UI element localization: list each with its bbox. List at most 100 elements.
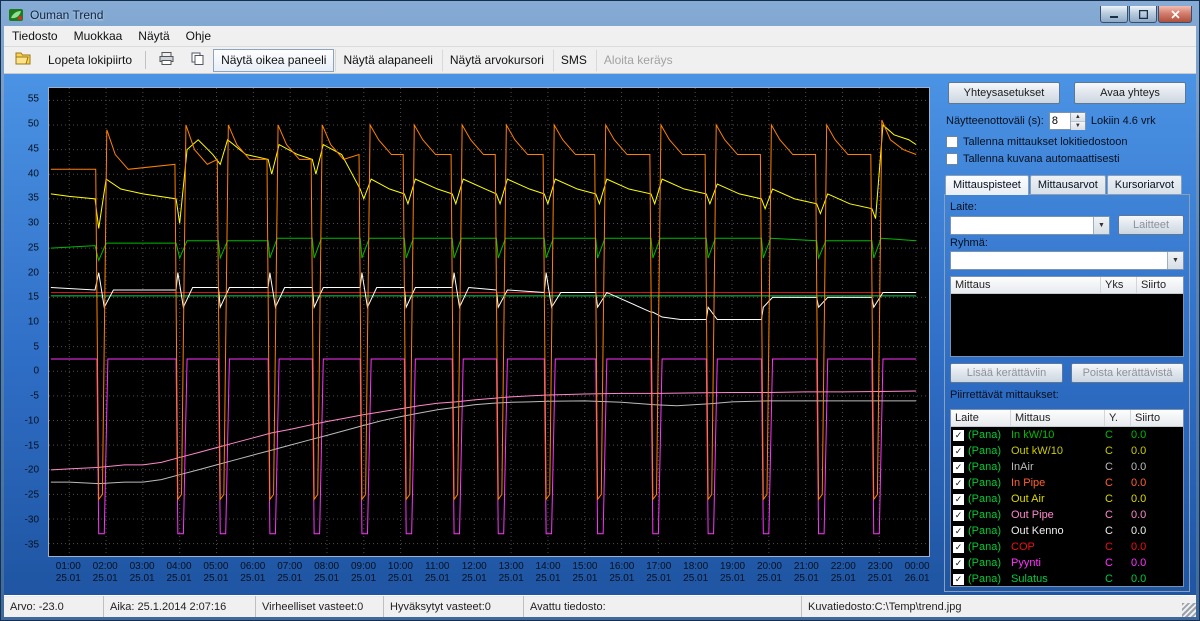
spin-up-icon[interactable]: ▲ — [1070, 113, 1085, 122]
devices-button[interactable]: Laitteet — [1118, 215, 1184, 235]
tab-mittausarvot[interactable]: Mittausarvot — [1029, 175, 1106, 195]
row-checkbox[interactable]: ✓ — [953, 461, 964, 473]
copy-button[interactable] — [183, 49, 212, 72]
app-icon — [8, 7, 24, 23]
row-device-label: (Pana) — [968, 509, 1002, 521]
plotted-measurement-row[interactable]: ✓ (Pana) Out Kenno C 0.0 — [951, 523, 1183, 539]
row-unit: C — [1105, 509, 1113, 521]
series-pyynti — [51, 359, 916, 534]
row-measurement-name: Out kW/10 — [1011, 445, 1063, 457]
add-to-collect-button[interactable]: Lisää kerättäviin — [950, 363, 1063, 383]
row-checkbox[interactable]: ✓ — [953, 525, 964, 537]
toggle-value-cursor-button[interactable]: Näytä arvokursori — [441, 48, 552, 72]
stop-log-button[interactable]: Lopeta lokipiirto — [40, 49, 140, 72]
log-duration-label: Lokiin 4.6 vrk — [1090, 115, 1156, 127]
column-header-siirto[interactable]: Siirto — [1137, 277, 1183, 293]
connection-settings-button[interactable]: Yhteysasetukset — [948, 82, 1060, 104]
y-axis: 55 50 45 40 35 30 25 20 15 10 5 0 -5 -10 -15 -20 -25 -30-… — [4, 87, 44, 557]
save-image-checkbox[interactable] — [946, 153, 958, 165]
row-checkbox[interactable]: ✓ — [953, 493, 964, 505]
plotted-measurement-row[interactable]: ✓ (Pana) Sulatus C 0.0 — [951, 571, 1183, 586]
plotted-measurement-row[interactable]: ✓ (Pana) InAir C 0.0 — [951, 459, 1183, 475]
x-tick-label: 00:00 26.01 — [904, 561, 930, 584]
chart-region: 55 50 45 40 35 30 25 20 15 10 5 0 -5 -10 -15 -20 -25 -30-… — [4, 74, 940, 595]
row-device-label: (Pana) — [968, 541, 1002, 553]
sms-button[interactable]: SMS — [552, 48, 595, 72]
x-axis: 01:00 25.01 02:00 25.01 03:00 25.01 04:00 25.01… — [48, 558, 930, 594]
sample-interval-input[interactable] — [1049, 113, 1070, 129]
plotted-measurement-row[interactable]: ✓ (Pana) COP C 0.0 — [951, 539, 1183, 555]
chevron-down-icon[interactable]: ▼ — [1167, 252, 1183, 269]
y-tick-label: 25 — [27, 242, 39, 254]
group-combobox[interactable]: ▼ — [950, 251, 1184, 270]
row-device-label: (Pana) — [968, 445, 1002, 457]
toggle-bottom-panel-button[interactable]: Näytä alapaneeli — [335, 48, 440, 72]
x-tick-label: 17:00 25.01 — [646, 561, 672, 584]
resize-grip[interactable] — [1182, 603, 1196, 617]
row-checkbox[interactable]: ✓ — [953, 429, 964, 441]
row-checkbox[interactable]: ✓ — [953, 557, 964, 569]
chevron-down-icon[interactable]: ▼ — [1093, 216, 1109, 234]
x-tick-label: 18:00 25.01 — [683, 561, 709, 584]
row-device-label: (Pana) — [968, 557, 1002, 569]
plotted-measurement-row[interactable]: ✓ (Pana) Out Pipe C 0.0 — [951, 507, 1183, 523]
plotted-column-header[interactable]: Y. — [1105, 410, 1131, 426]
save-log-checkbox[interactable] — [946, 136, 958, 148]
row-checkbox[interactable]: ✓ — [953, 509, 964, 521]
start-collection-button[interactable]: Aloita keräys — [595, 48, 681, 72]
minimize-button[interactable] — [1100, 6, 1128, 23]
close-button[interactable] — [1158, 6, 1192, 23]
column-header-yks[interactable]: Yks — [1101, 277, 1137, 293]
y-tick-label: 5 — [33, 341, 39, 353]
plotted-measurement-row[interactable]: ✓ (Pana) In kW/10 C 0.0 — [951, 427, 1183, 443]
save-image-label: Tallenna kuvana automaattisesti — [963, 153, 1120, 165]
x-tick-label: 04:00 25.01 — [166, 561, 192, 584]
tab-kursoriarvot[interactable]: Kursoriarvot — [1106, 175, 1183, 195]
status-opened-file: Avattu tiedosto: — [524, 596, 802, 617]
spin-down-icon[interactable]: ▼ — [1070, 122, 1085, 130]
tab-mittauspisteet[interactable]: Mittauspisteet — [945, 175, 1029, 195]
plotted-measurement-row[interactable]: ✓ (Pana) In Pipe C 0.0 — [951, 475, 1183, 491]
menu-muokkaa[interactable]: Muokkaa — [66, 27, 131, 45]
status-image-file: Kuvatiedosto:C:\Temp\trend.jpg — [802, 596, 1182, 617]
row-checkbox[interactable]: ✓ — [953, 541, 964, 553]
y-tick-label: 0 — [33, 365, 39, 377]
toggle-right-panel-button[interactable]: Näytä oikea paneeli — [213, 48, 335, 72]
row-checkbox[interactable]: ✓ — [953, 477, 964, 489]
plotted-column-header[interactable]: Siirto — [1131, 410, 1183, 426]
remove-from-collect-button[interactable]: Poista kerättävistä — [1071, 363, 1184, 383]
maximize-button[interactable] — [1129, 6, 1157, 23]
menu-ohje[interactable]: Ohje — [178, 27, 219, 45]
plotted-column-header[interactable]: Mittaus — [1011, 410, 1105, 426]
x-tick-label: 22:00 25.01 — [830, 561, 856, 584]
plotted-measurement-row[interactable]: ✓ (Pana) Pyynti C 0.0 — [951, 555, 1183, 571]
row-device-label: (Pana) — [968, 493, 1002, 505]
plotted-measurement-row[interactable]: ✓ (Pana) Out kW/10 C 0.0 — [951, 443, 1183, 459]
available-measurements-body[interactable] — [951, 294, 1183, 356]
open-file-button[interactable] — [7, 49, 39, 72]
open-connection-button[interactable]: Avaa yhteys — [1074, 82, 1186, 104]
row-checkbox[interactable]: ✓ — [953, 573, 964, 585]
plotted-column-header[interactable]: Laite — [951, 410, 1011, 426]
series-in-kw-10 — [51, 238, 916, 260]
menu-tiedosto[interactable]: Tiedosto — [4, 27, 66, 45]
row-measurement-name: COP — [1011, 541, 1035, 553]
row-shift: 0.0 — [1131, 525, 1147, 537]
x-tick-label: 13:00 25.01 — [498, 561, 524, 584]
row-shift: 0.0 — [1131, 477, 1147, 489]
x-tick-label: 14:00 25.01 — [535, 561, 561, 584]
device-combobox[interactable]: ▼ — [950, 215, 1110, 235]
menu-nayta[interactable]: Näytä — [130, 27, 177, 45]
y-tick-label: 35 — [27, 192, 39, 204]
row-checkbox[interactable]: ✓ — [953, 445, 964, 457]
row-shift: 0.0 — [1131, 493, 1147, 505]
plotted-measurement-row[interactable]: ✓ (Pana) Out Air C 0.0 — [951, 491, 1183, 507]
row-measurement-name: In Pipe — [1011, 477, 1046, 489]
trend-chart[interactable] — [48, 87, 930, 557]
titlebar[interactable]: Ouman Trend — [4, 1, 1196, 26]
sample-interval-label: Näytteenottoväli (s): — [946, 115, 1044, 127]
status-value: Arvo: -23.0 — [4, 596, 104, 617]
column-header-mittaus[interactable]: Mittaus — [951, 277, 1101, 293]
print-button[interactable] — [151, 49, 182, 72]
row-measurement-name: Out Kenno — [1011, 525, 1064, 537]
